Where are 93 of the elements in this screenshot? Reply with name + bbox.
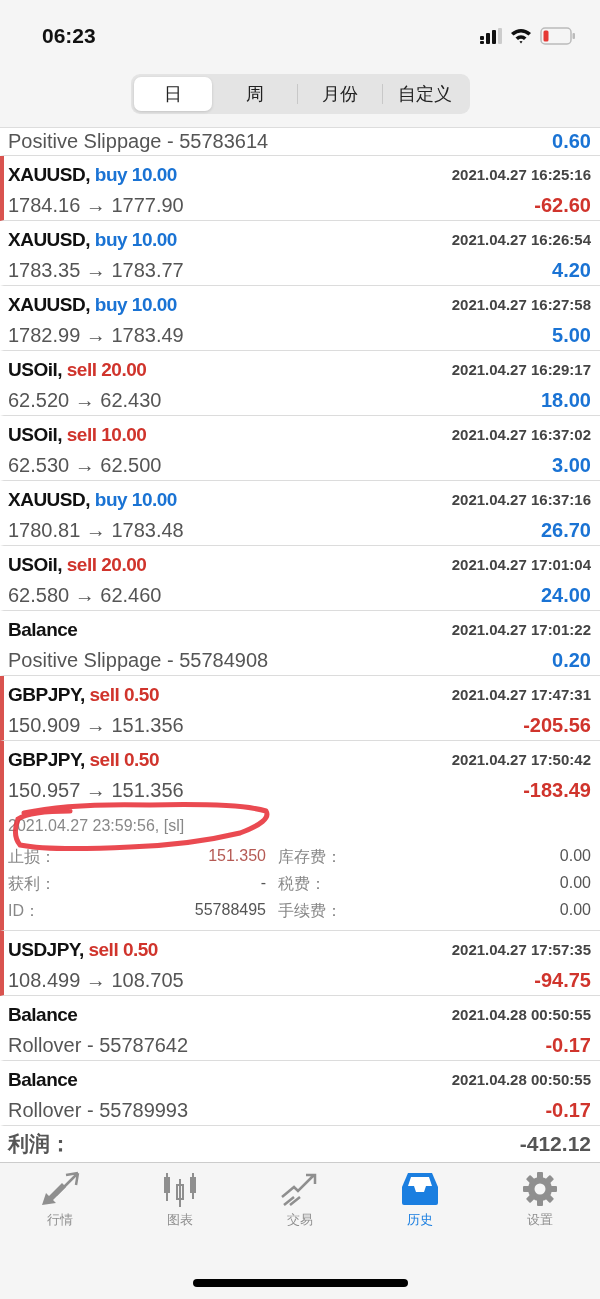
deal-title: USOil, sell 20.00 bbox=[8, 358, 147, 381]
deal-prices: 62.530 → 62.500 bbox=[8, 454, 162, 477]
deal-prices: 62.580 → 62.460 bbox=[8, 584, 162, 607]
field-label: 获利： bbox=[8, 874, 57, 894]
nav-tab[interactable]: 历史 bbox=[370, 1171, 470, 1229]
deal-profit: -205.56 bbox=[523, 714, 591, 737]
deal-profit: -183.49 bbox=[523, 779, 591, 802]
deal-profit: -94.75 bbox=[534, 969, 591, 992]
deal-time: 2021.04.27 17:01:22 bbox=[451, 621, 591, 638]
deal-prices: 1783.35 → 1783.77 bbox=[8, 259, 184, 282]
field-label: 税费： bbox=[277, 874, 327, 894]
history-row[interactable]: Balance 2021.04.28 00:50:55 Rollover - 55787642 -0.17 bbox=[0, 996, 600, 1061]
history-row[interactable]: Positive Slippage - 55783614 0.60 bbox=[0, 128, 600, 156]
field-value: 0.00 bbox=[559, 874, 591, 893]
total-label: 利润： bbox=[8, 1131, 71, 1157]
history-row[interactable]: USOil, sell 20.00 2021.04.27 17:01:04 62.580 → 62.460 24.00 bbox=[0, 546, 600, 611]
arrows-icon bbox=[40, 1171, 80, 1207]
deal-prices: 150.909 → 151.356 bbox=[8, 714, 184, 737]
history-row[interactable]: GBPJPY, sell 0.50 2021.04.27 17:47:31 150.909 → 151.356 -205.56 bbox=[0, 676, 600, 741]
field-label: 库存费： bbox=[277, 847, 343, 867]
field-label: 止损： bbox=[8, 847, 57, 867]
deal-time: 2021.04.27 16:37:16 bbox=[451, 491, 591, 508]
deal-prices: 62.520 → 62.430 bbox=[8, 389, 162, 412]
history-row[interactable]: XAUUSD, buy 10.00 2021.04.27 16:27:58 1782.99 → 1783.49 5.00 bbox=[0, 286, 600, 351]
history-row[interactable]: XAUUSD, buy 10.00 2021.04.27 16:25:16 1784.16 → 1777.90 -62.60 bbox=[0, 156, 600, 221]
period-tab[interactable]: 月份 bbox=[297, 77, 382, 111]
deal-profit: -62.60 bbox=[534, 194, 591, 217]
field-value: 0.00 bbox=[559, 901, 591, 920]
history-row[interactable]: USOil, sell 10.00 2021.04.27 16:37:02 62.530 → 62.500 3.00 bbox=[0, 416, 600, 481]
deal-prices: 1782.99 → 1783.49 bbox=[8, 324, 184, 347]
field-value: - bbox=[259, 874, 266, 893]
deal-time: 2021.04.28 00:50:55 bbox=[451, 1006, 591, 1023]
period-tab[interactable]: 自定义 bbox=[382, 77, 467, 111]
deal-time: 2021.04.27 17:47:31 bbox=[451, 686, 591, 703]
history-row[interactable]: USOil, sell 20.00 2021.04.27 16:29:17 62.520 → 62.430 18.00 bbox=[0, 351, 600, 416]
deal-time: 2021.04.27 17:50:42 bbox=[451, 751, 591, 768]
deal-time: 2021.04.27 16:27:58 bbox=[451, 296, 591, 313]
settings-icon bbox=[520, 1171, 560, 1207]
deal-comment: Rollover - 55787642 bbox=[8, 1034, 189, 1057]
deal-title: XAUUSD, buy 10.00 bbox=[8, 163, 177, 186]
deal-comment: Positive Slippage - 55783614 bbox=[8, 130, 269, 153]
deal-time: 2021.04.27 16:29:17 bbox=[451, 361, 591, 378]
deal-title: USOil, sell 10.00 bbox=[8, 423, 147, 446]
field-value: 55788495 bbox=[193, 901, 266, 920]
deal-profit: 5.00 bbox=[552, 324, 591, 347]
deal-time: 2021.04.28 00:50:55 bbox=[451, 1071, 591, 1088]
deal-comment: Positive Slippage - 55784908 bbox=[8, 649, 269, 672]
wifi-icon bbox=[510, 28, 532, 44]
field-value: 151.350 bbox=[207, 847, 266, 866]
period-tab[interactable]: 周 bbox=[212, 77, 297, 111]
deal-title: Balance bbox=[8, 1068, 78, 1091]
field-label: 手续费： bbox=[277, 901, 343, 921]
deal-prices: 1784.16 → 1777.90 bbox=[8, 194, 184, 217]
deal-comment: Rollover - 55789993 bbox=[8, 1099, 189, 1122]
deal-title: Balance bbox=[8, 618, 78, 641]
field-label: ID： bbox=[8, 901, 41, 921]
deal-title: GBPJPY, sell 0.50 bbox=[8, 683, 159, 706]
deal-profit: 3.00 bbox=[552, 454, 591, 477]
deal-title: GBPJPY, sell 0.50 bbox=[8, 748, 159, 771]
deal-title: XAUUSD, buy 10.00 bbox=[8, 488, 177, 511]
history-row[interactable]: XAUUSD, buy 10.00 2021.04.27 16:26:54 1783.35 → 1783.77 4.20 bbox=[0, 221, 600, 286]
deal-time: 2021.04.27 17:01:04 bbox=[451, 556, 591, 573]
deal-time: 2021.04.27 16:25:16 bbox=[451, 166, 591, 183]
deal-profit: 18.00 bbox=[540, 389, 591, 412]
history-row[interactable]: XAUUSD, buy 10.00 2021.04.27 16:37:16 1780.81 → 1783.48 26.70 bbox=[0, 481, 600, 546]
deal-profit: -0.17 bbox=[545, 1099, 591, 1122]
deal-prices: 150.957 → 151.356 bbox=[8, 779, 184, 802]
total-value: -412.12 bbox=[519, 1132, 591, 1156]
field-value: 0.00 bbox=[559, 847, 591, 866]
deal-time: 2021.04.27 16:26:54 bbox=[451, 231, 591, 248]
status-time: 06:23 bbox=[42, 24, 96, 48]
inbox-icon bbox=[400, 1171, 440, 1207]
deal-prices: 108.499 → 108.705 bbox=[8, 969, 184, 992]
deal-profit: 0.60 bbox=[552, 130, 591, 153]
deal-prices: 1780.81 → 1783.48 bbox=[8, 519, 184, 542]
deal-profit: 4.20 bbox=[552, 259, 591, 282]
deal-title: XAUUSD, buy 10.00 bbox=[8, 293, 177, 316]
deal-title: Balance bbox=[8, 1003, 78, 1026]
history-row[interactable]: Balance 2021.04.27 17:01:22 Positive Slippage - 55784908 0.20 bbox=[0, 611, 600, 676]
period-tab[interactable]: 日 bbox=[133, 77, 212, 111]
deal-title: USOil, sell 20.00 bbox=[8, 553, 147, 576]
deal-profit: 24.00 bbox=[540, 584, 591, 607]
history-row[interactable]: Balance 2021.04.28 00:50:55 Rollover - 55789993 -0.17 bbox=[0, 1061, 600, 1126]
deal-title: XAUUSD, buy 10.00 bbox=[8, 228, 177, 251]
deal-profit: 0.20 bbox=[552, 649, 591, 672]
deal-time: 2021.04.27 16:37:02 bbox=[451, 426, 591, 443]
signal-icon bbox=[480, 28, 502, 44]
deal-title: USDJPY, sell 0.50 bbox=[8, 938, 158, 961]
deal-time: 2021.04.27 17:57:35 bbox=[451, 941, 591, 958]
deal-profit: 26.70 bbox=[540, 519, 591, 542]
deal-profit: -0.17 bbox=[545, 1034, 591, 1057]
history-row[interactable]: USDJPY, sell 0.50 2021.04.27 17:57:35 108.499 → 108.705 -94.75 bbox=[0, 931, 600, 996]
battery-icon bbox=[540, 27, 576, 45]
